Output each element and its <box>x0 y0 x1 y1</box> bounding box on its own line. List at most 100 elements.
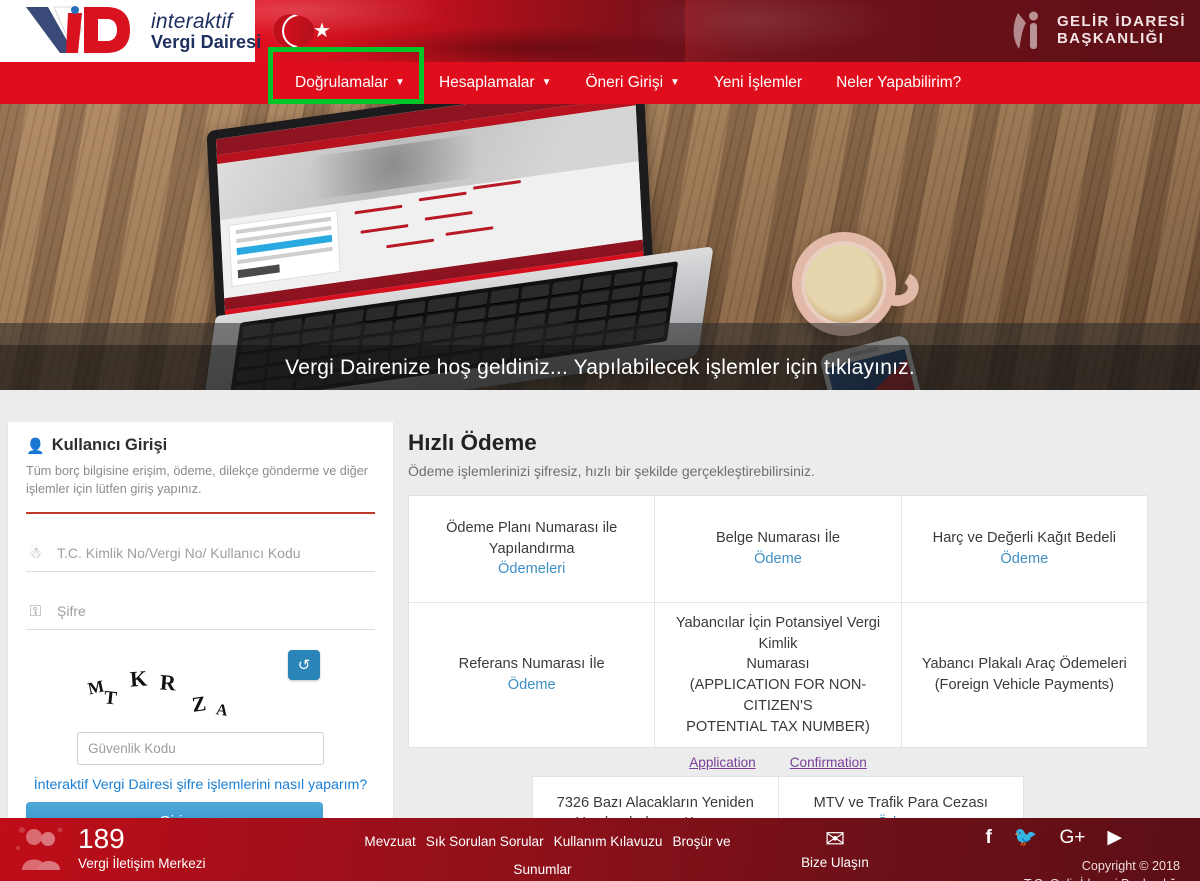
payment-option-link: Ödeme <box>1000 551 1049 567</box>
google-plus-icon[interactable]: G+ <box>1060 828 1086 847</box>
captcha-char: T <box>102 687 118 710</box>
coffee-cup-illustration <box>792 232 923 336</box>
captcha-char: K <box>129 665 148 692</box>
payment-option-text: MTV ve Trafik Para Cezası <box>813 794 988 811</box>
payment-option-cell[interactable]: Referans Numarası İle Ödeme <box>409 603 655 748</box>
logo-line2: Vergi Dairesi <box>151 31 262 52</box>
captcha-char: A <box>214 701 229 720</box>
payment-option-text: Yapılandırma <box>488 540 575 557</box>
nav-item-neler-yapabilirim[interactable]: Neler Yapabilirim? <box>819 62 978 104</box>
hero-caption-bar[interactable]: Vergi Dairenize hoş geldiniz... Yapılabi… <box>0 345 1200 390</box>
person-icon: 👤 <box>26 437 45 455</box>
chevron-down-icon: ▼ <box>395 77 405 88</box>
payment-option-text: (APPLICATION FOR NON-CITIZEN'S <box>689 677 867 714</box>
footer-links: Mevzuat Sık Sorulan Sorular Kullanım Kılav… <box>330 828 760 881</box>
quick-payment-title: Hızlı Ödeme <box>408 430 537 455</box>
payment-option-text: Yabancı Plakalı Araç Ödemeleri <box>921 656 1127 673</box>
captcha-char: R <box>159 669 177 696</box>
gib-line1: GELİR İDARESİ <box>1056 13 1186 31</box>
payment-option-cell[interactable]: Yabancılar İçin Potansiyel Vergi Kimlik N… <box>655 603 901 748</box>
payment-option-text: 7326 Bazı Alacakların Yeniden <box>556 794 754 811</box>
ivd-logo-icon <box>20 3 145 59</box>
login-header: 👤 Kullanıcı Girişi <box>26 436 375 455</box>
twitter-icon[interactable]: 🐦 <box>1014 828 1038 847</box>
footer-link[interactable]: Sık Sorulan Sorular <box>426 834 544 849</box>
payment-option-cell[interactable]: Ödeme Planı Numarası ile Yapılandırma Ödem… <box>409 496 655 602</box>
captcha-image: MTKRZA <box>86 656 248 719</box>
login-panel: 👤 Kullanıcı Girişi Tüm borç bilgisine er… <box>8 422 393 842</box>
copyright-line1: Copyright © 2018 <box>1081 859 1180 873</box>
payment-option-text: Harç ve Değerli Kağıt Bedeli <box>932 530 1116 547</box>
payment-option-cell[interactable]: Yabancı Plakalı Araç Ödemeleri (Foreign V… <box>901 603 1147 748</box>
gib-logo[interactable]: GELİR İDARESİ BAŞKANLIĞI <box>1010 8 1186 54</box>
login-description: Tüm borç bilgisine erişim, ödeme, dilekç… <box>26 462 375 514</box>
nav-item-do-rulamalar[interactable]: Doğrulamalar ▼ <box>278 62 422 104</box>
footer-link[interactable]: Kullanım Kılavuzu <box>554 834 663 849</box>
chevron-down-icon: ▼ <box>541 77 552 88</box>
payment-option-text: POTENTIAL TAX NUMBER) <box>686 718 870 735</box>
footer-links-row1: Mevzuat Sık Sorulan Sorular Kullanım Kılav… <box>330 828 760 881</box>
tax-call-center[interactable]: 189 Vergi İletişim Merkezi <box>14 824 206 872</box>
nav-item-label: Yeni İşlemler <box>713 74 803 91</box>
nav-item-label: Doğrulamalar <box>295 74 389 91</box>
security-code-input[interactable] <box>77 731 324 765</box>
chevron-down-icon: ▼ <box>670 77 680 88</box>
payment-option-cell[interactable]: Harç ve Değerli Kağıt Bedeli Ödeme <box>901 496 1147 602</box>
gib-line2: BAŞKANLIĞI <box>1056 30 1165 47</box>
site-header: interaktif Vergi Dairesi GELİR İDARESİ B… <box>0 0 1200 62</box>
quick-payment-section: Hızlı Ödeme Ödeme işlemlerinizi şifresiz… <box>408 430 1148 851</box>
turkish-flag-icon <box>255 0 685 62</box>
refresh-icon[interactable]: ↺ <box>288 649 320 680</box>
payment-option-text: Referans Numarası İle <box>458 656 605 673</box>
password-field-row[interactable]: ⚿ <box>26 594 375 630</box>
envelope-icon: ✉ <box>824 826 846 853</box>
social-links: f 🐦 G+ ▶ <box>986 828 1123 847</box>
nav-item-hesaplamalar[interactable]: Hesaplamalar ▼ <box>422 62 569 104</box>
call-center-number: 189 <box>78 823 125 854</box>
nav-item-label: Neler Yapabilirim? <box>836 74 962 91</box>
footer-link[interactable]: Mevzuat <box>364 834 415 849</box>
password-input[interactable] <box>57 603 357 620</box>
payment-option-link: Ödeme <box>754 551 802 567</box>
contact-us-button[interactable]: ✉ Bize Ulaşın <box>790 826 880 871</box>
captcha-char: Z <box>190 690 208 717</box>
username-field-row[interactable]: ☃ <box>26 536 375 572</box>
copyright: Copyright © 2018 T.C. Gelir İdaresi Başk… <box>1024 858 1180 881</box>
user-icon: ☃ <box>28 545 43 563</box>
crescent-icon <box>273 14 314 48</box>
payment-option-text: (Foreign Vehicle Payments) <box>934 677 1114 694</box>
hero-caption-text: Vergi Dairenize hoş geldiniz... Yapılabi… <box>285 355 915 379</box>
youtube-icon[interactable]: ▶ <box>1107 828 1122 847</box>
payment-option-link: Ödemeleri <box>498 561 566 578</box>
payment-option-link: Ödeme <box>507 677 556 694</box>
contact-us-label: Bize Ulaşın <box>801 855 869 871</box>
captcha-row: MTKRZA ↺ <box>26 649 375 728</box>
nav-item-label: Hesaplamalar <box>438 74 535 91</box>
mid-links-row: Application Confirmation <box>408 755 1148 770</box>
nav-item-label: Öneri Girişi <box>585 74 664 91</box>
payment-option-cell[interactable]: Belge Numarası İle Ödeme <box>655 496 901 602</box>
password-help-link[interactable]: İnteraktif Vergi Dairesi şifre işlemleri… <box>26 777 375 793</box>
hero-banner[interactable]: Vergi Dairenize hoş geldiniz... Yapılabi… <box>0 104 1200 390</box>
gib-emblem-icon <box>1013 11 1038 49</box>
login-title: Kullanıcı Girişi <box>51 436 168 454</box>
site-logo[interactable]: interaktif Vergi Dairesi <box>20 2 270 60</box>
payment-option-text: Belge Numarası İle <box>715 530 841 547</box>
payment-option-text: Yabancılar İçin Potansiyel Vergi Kimlik <box>675 615 881 652</box>
facebook-icon[interactable]: f <box>986 828 992 847</box>
quick-payment-subtitle: Ödeme işlemlerinizi şifresiz, hızlı bir … <box>408 463 815 479</box>
captcha-char: M <box>86 676 106 699</box>
site-footer: 189 Vergi İletişim Merkezi Mevzuat Sık So… <box>0 818 1200 881</box>
payment-options-grid: Ödeme Planı Numarası ile Yapılandırma Ödem… <box>408 495 1148 749</box>
nav-item-yeni-i-lemler[interactable]: Yeni İşlemler <box>697 62 819 104</box>
mid-link-confirmation[interactable]: Confirmation <box>790 755 867 770</box>
nav-item-neri-giri-i[interactable]: Öneri Girişi ▼ <box>569 62 697 104</box>
people-icon <box>14 824 68 872</box>
hero-shadow-band <box>0 323 1200 345</box>
main-content: 👤 Kullanıcı Girişi Tüm borç bilgisine er… <box>0 390 1200 851</box>
payment-option-text: Numarası <box>746 656 810 673</box>
payment-option-text: Ödeme Planı Numarası ile <box>446 519 618 536</box>
call-center-label: Vergi İletişim Merkezi <box>78 856 206 871</box>
username-input[interactable] <box>57 545 357 562</box>
mid-link-application[interactable]: Application <box>689 755 756 770</box>
